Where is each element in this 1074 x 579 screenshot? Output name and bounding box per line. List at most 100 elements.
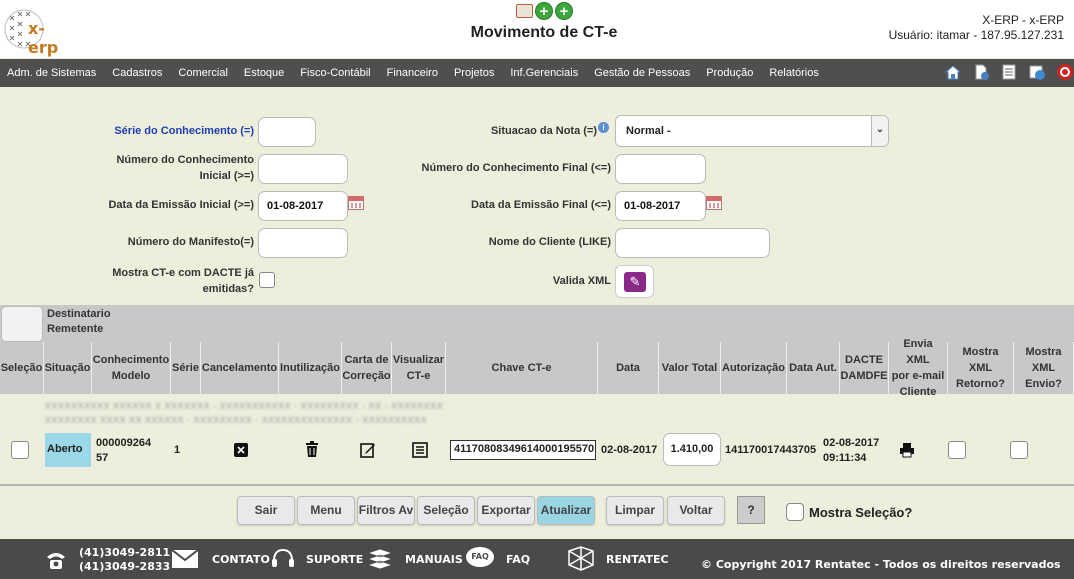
mostra-dacte-label-line1: Mostra CT-e com DACTE já [112, 267, 254, 279]
numero-final-label: Número do Conhecimento Final (<=) [421, 162, 611, 174]
copyright: © Copyright 2017 Rentatec - Todos os dir… [701, 558, 1061, 571]
conhecimento-number: 000009264 [96, 437, 152, 449]
help-button[interactable]: ? [737, 496, 765, 524]
view-document-icon[interactable] [412, 442, 428, 458]
conhecimento-modelo-value: 000009264 57 [96, 436, 151, 466]
xml-validate-icon: ✎ [624, 272, 646, 292]
col-mostra-xml-retorno[interactable]: Mostra XML Retorno? [948, 342, 1014, 394]
col-situacao[interactable]: Situação [44, 342, 92, 394]
menu-item-relatorios[interactable]: Relatórios [761, 67, 827, 79]
manuais-link[interactable]: MANUAIS [405, 553, 463, 566]
numero-inicial-label-line2: Inicial (>=) [199, 170, 254, 182]
col-inutilizacao[interactable]: Inutilização [279, 342, 342, 394]
atualizar-button[interactable]: Atualizar [537, 496, 595, 525]
calendar-icon[interactable] [348, 196, 364, 210]
col-data[interactable]: Data [598, 342, 659, 394]
row-select-checkbox[interactable] [11, 441, 29, 459]
numero-inicial-label: Número do Conhecimento Inicial (>=) [60, 152, 254, 184]
phone-numbers: (41)3049-2811 (41)3049-2833 [79, 546, 170, 574]
selecao-button[interactable]: Seleção [417, 496, 475, 525]
col-valor-total[interactable]: Valor Total [659, 342, 721, 394]
status-badge: Aberto [45, 433, 91, 467]
chevron-down-icon[interactable]: ⌄ [871, 116, 888, 146]
remetente-label: Remetente [47, 323, 104, 335]
chave-cte-field[interactable]: 41170808349614000195570 [450, 440, 596, 460]
exportar-button[interactable]: Exportar [477, 496, 535, 525]
col-serie[interactable]: Série [171, 342, 201, 394]
mostra-xml-envio-checkbox[interactable] [1010, 441, 1028, 459]
group-label: Destinatario Remetente [47, 307, 111, 337]
menu-item-inf-gerenciais[interactable]: Inf.Gerenciais [502, 67, 586, 79]
col-autorizacao[interactable]: Autorização [721, 342, 787, 394]
numero-final-input[interactable] [615, 154, 706, 184]
menu-item-adm-sistemas[interactable]: Adm. de Sistemas [0, 67, 104, 79]
mail-icon[interactable] [516, 4, 533, 18]
mostra-xml-retorno-checkbox[interactable] [948, 441, 966, 459]
situacao-select[interactable]: Normal - ⌄ [615, 115, 889, 147]
info-icon[interactable]: i [598, 122, 609, 133]
edit-icon[interactable] [360, 442, 376, 458]
add-icon[interactable]: + [535, 2, 553, 20]
data-final-input[interactable] [615, 191, 706, 221]
numero-inicial-input[interactable] [258, 154, 348, 184]
menu-button[interactable]: Menu [297, 496, 355, 525]
situacao-selected-value: Normal - [626, 125, 671, 137]
valida-xml-button[interactable]: ✎ [615, 265, 654, 298]
suporte-link[interactable]: SUPORTE [306, 553, 363, 566]
menu-item-fisco-contabil[interactable]: Fisco-Contábil [292, 67, 378, 79]
voltar-button[interactable]: Voltar [667, 496, 725, 525]
menu-item-gestao-pessoas[interactable]: Gestão de Pessoas [586, 67, 698, 79]
document-add-icon[interactable] [972, 63, 990, 81]
col-chave-cte[interactable]: Chave CT-e [446, 342, 598, 394]
manifesto-input[interactable] [258, 228, 348, 258]
col-dacte-damdfe[interactable]: DACTE DAMDFE [840, 342, 889, 394]
contato-link[interactable]: CONTATO [212, 553, 270, 566]
col-conhecimento-modelo[interactable]: Conhecimento Modelo [92, 342, 171, 394]
cliente-input[interactable] [615, 228, 770, 258]
menu-item-projetos[interactable]: Projetos [446, 67, 502, 79]
col-visualizar-cte[interactable]: Visualizar CT-e [392, 342, 446, 394]
home-icon[interactable] [944, 63, 962, 81]
sair-button[interactable]: Sair [237, 496, 295, 525]
col-carta-correcao[interactable]: Carta de Correção [342, 342, 392, 394]
menu-item-estoque[interactable]: Estoque [236, 67, 292, 79]
document-list-icon[interactable] [1000, 63, 1018, 81]
add-icon[interactable]: + [555, 2, 573, 20]
user-name-ip: Usuário: itamar - 187.95.127.231 [888, 28, 1064, 42]
numero-inicial-label-line1: Número do Conhecimento [116, 154, 254, 166]
rentatec-link[interactable]: RENTATEC [606, 553, 669, 566]
headset-icon [272, 548, 294, 567]
calendar-icon[interactable] [706, 196, 722, 210]
rentatec-logo-icon [568, 546, 594, 571]
limpar-button[interactable]: Limpar [606, 496, 664, 525]
printer-icon[interactable] [899, 442, 915, 458]
mostra-selecao-checkbox[interactable] [786, 503, 804, 521]
power-icon[interactable] [1056, 63, 1074, 81]
menu-item-cadastros[interactable]: Cadastros [104, 67, 170, 79]
mostra-dacte-checkbox[interactable] [259, 272, 275, 288]
cancel-icon[interactable] [234, 443, 248, 457]
menu-item-financeiro[interactable]: Financeiro [379, 67, 446, 79]
cliente-label: Nome do Cliente (LIKE) [488, 236, 611, 248]
divider [0, 484, 1074, 486]
col-envia-xml[interactable]: Envia XML por e-mail Cliente [889, 338, 948, 398]
valor-total-field[interactable]: 1.410,00 [663, 433, 721, 466]
faq-bubble-icon: FAQ [466, 547, 494, 567]
serie-input[interactable] [258, 117, 316, 147]
faq-link[interactable]: FAQ [506, 553, 530, 566]
filtros-avancados-button[interactable]: Filtros Av [357, 496, 415, 525]
trash-icon[interactable] [304, 441, 320, 458]
data-inicial-input[interactable] [258, 191, 348, 221]
menu-item-comercial[interactable]: Comercial [170, 67, 236, 79]
refresh-settings-icon[interactable] [1028, 63, 1046, 81]
data-inicial-label: Data da Emissão Inicial (>=) [108, 199, 254, 211]
select-all-button[interactable] [1, 306, 43, 342]
data-final-label: Data da Emissão Final (<=) [471, 199, 611, 211]
menu-item-producao[interactable]: Produção [698, 67, 761, 79]
col-data-aut[interactable]: Data Aut. [787, 342, 840, 394]
col-cancelamento[interactable]: Cancelamento [201, 342, 279, 394]
col-selecao[interactable]: Seleção [0, 342, 44, 394]
situacao-label: Situacao da Nota (=) [490, 125, 597, 137]
phone-icon [47, 553, 65, 569]
col-mostra-xml-envio[interactable]: Mostra XML Envio? [1014, 342, 1074, 394]
